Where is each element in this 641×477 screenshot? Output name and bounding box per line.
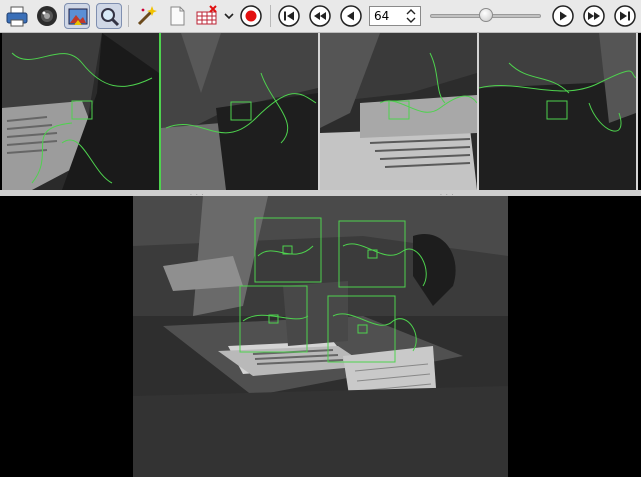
slider-handle[interactable] bbox=[478, 8, 493, 22]
blank-page-icon bbox=[170, 6, 185, 26]
toolbar-separator bbox=[128, 5, 129, 27]
print-button[interactable] bbox=[4, 3, 30, 29]
skip-to-end-icon bbox=[614, 5, 636, 27]
spin-arrows-icon[interactable] bbox=[404, 8, 418, 24]
patch-image-4 bbox=[479, 33, 636, 190]
magic-wand-button[interactable] bbox=[134, 3, 160, 29]
tracker-thumbnail-strip bbox=[2, 33, 638, 190]
toolbar-separator bbox=[270, 5, 271, 27]
magnifier-icon bbox=[101, 8, 120, 27]
magic-wand-icon bbox=[137, 6, 157, 26]
main-video-view[interactable] bbox=[133, 196, 508, 477]
image-view-button[interactable] bbox=[64, 3, 90, 29]
remove-tracks-button[interactable] bbox=[194, 3, 220, 29]
record-button[interactable] bbox=[238, 3, 264, 29]
zoom-button[interactable] bbox=[96, 3, 122, 29]
record-icon bbox=[240, 5, 262, 27]
toolbar: 64 bbox=[0, 0, 641, 33]
patch-image-2 bbox=[161, 33, 318, 190]
picture-icon bbox=[68, 8, 88, 25]
dropdown-button[interactable] bbox=[222, 3, 236, 29]
frame-value[interactable]: 64 bbox=[374, 9, 389, 23]
play-icon bbox=[552, 5, 574, 27]
fast-forward-button[interactable] bbox=[581, 3, 607, 29]
printer-icon bbox=[6, 6, 28, 27]
tracker-patch-3[interactable] bbox=[320, 33, 477, 190]
patch-image-1 bbox=[2, 33, 159, 190]
tracker-patch-1[interactable] bbox=[2, 33, 159, 190]
first-frame-button[interactable] bbox=[276, 3, 302, 29]
play-button[interactable] bbox=[550, 3, 576, 29]
panel-divider bbox=[159, 33, 161, 190]
tracker-patch-4[interactable] bbox=[479, 33, 636, 190]
frame-spinbox[interactable]: 64 bbox=[369, 6, 421, 26]
step-back-button[interactable] bbox=[338, 3, 364, 29]
skip-to-start-icon bbox=[278, 5, 300, 27]
rewind-icon bbox=[309, 5, 331, 27]
grid-x-icon bbox=[196, 5, 217, 25]
patch-image-3 bbox=[320, 33, 477, 190]
fast-forward-icon bbox=[583, 5, 605, 27]
new-page-button[interactable] bbox=[164, 3, 190, 29]
last-frame-button[interactable] bbox=[612, 3, 638, 29]
video-frame bbox=[133, 196, 508, 477]
rewind-button[interactable] bbox=[307, 3, 333, 29]
step-back-icon bbox=[340, 5, 362, 27]
tracker-patch-2[interactable] bbox=[161, 33, 318, 190]
chevron-down-icon bbox=[224, 13, 234, 20]
camera-button[interactable] bbox=[34, 3, 60, 29]
camera-lens-icon bbox=[37, 6, 57, 26]
